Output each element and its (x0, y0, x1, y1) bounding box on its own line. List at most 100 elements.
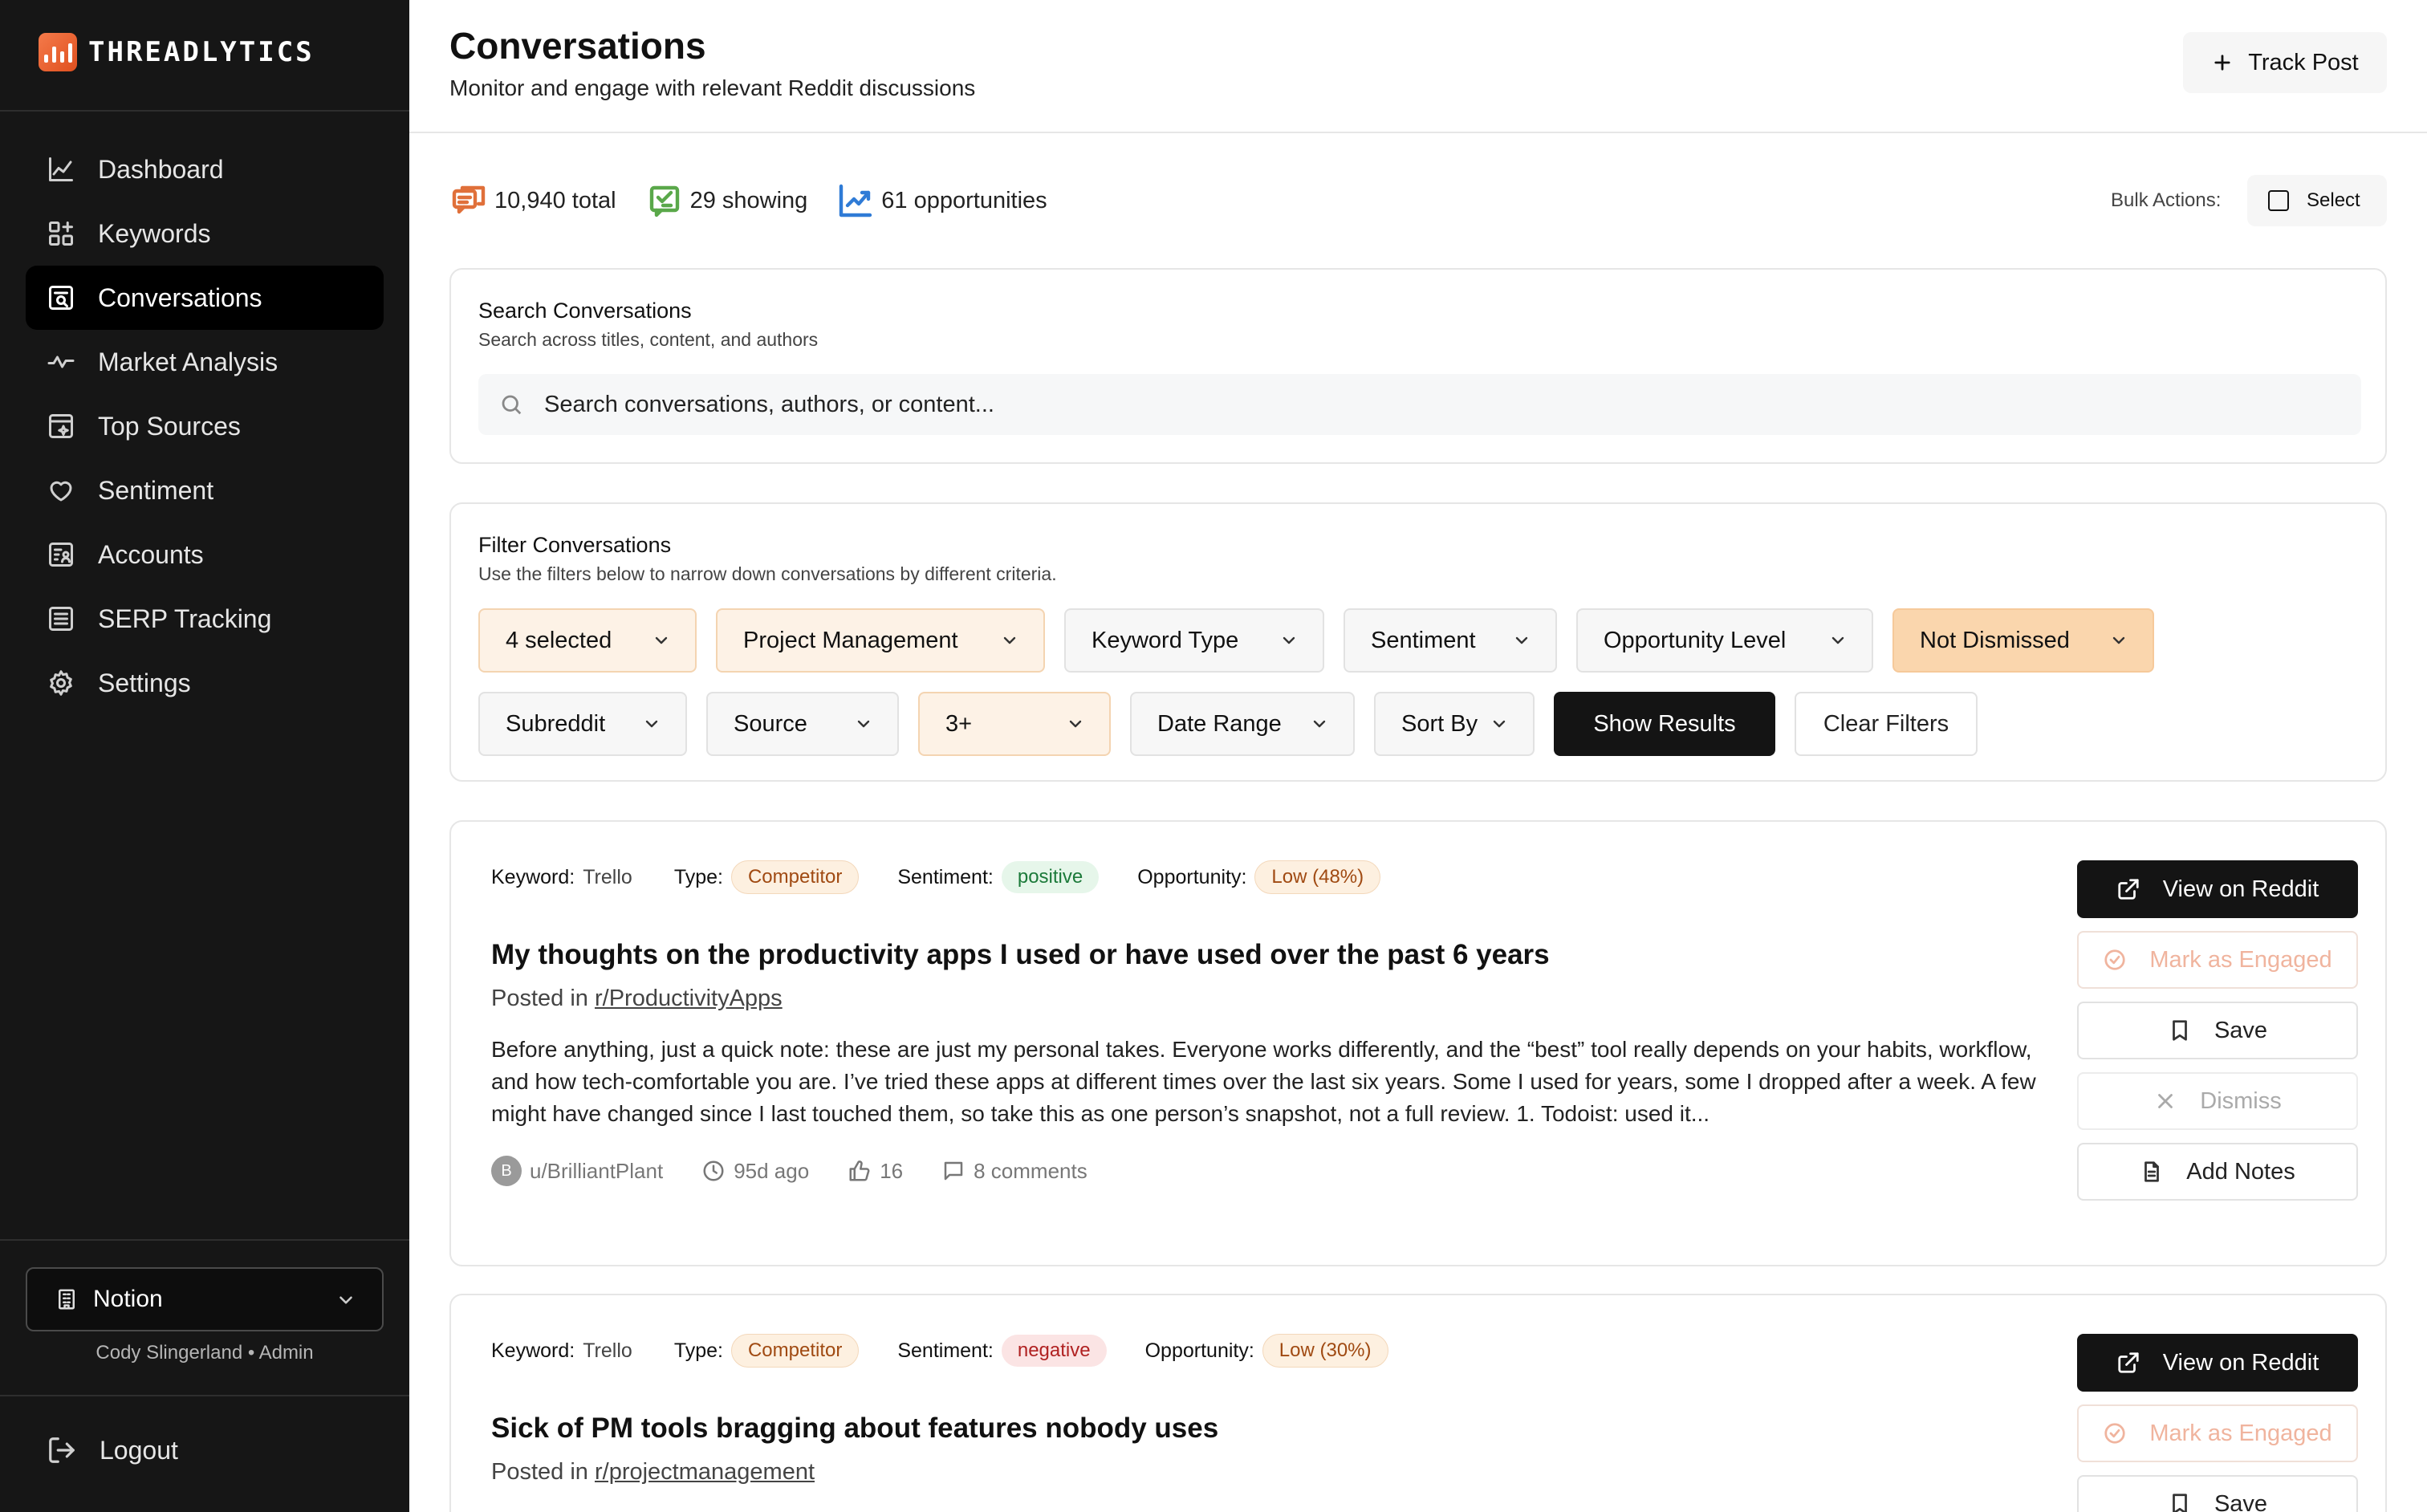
opportunity-label: Opportunity: (1144, 1339, 1254, 1362)
plus-icon (2214, 55, 2230, 71)
checkbox-icon (2268, 190, 2289, 211)
sidebar-item-dashboard[interactable]: Dashboard (26, 137, 384, 201)
sidebar-item-label: Market Analysis (98, 347, 278, 376)
post-comments[interactable]: 8 comments (941, 1159, 1087, 1184)
type-badge: Competitor (730, 1334, 860, 1368)
post-author[interactable]: B u/BrilliantPlant (491, 1156, 663, 1186)
accounts-icon (49, 543, 73, 567)
opportunity-level-dropdown[interactable]: Opportunity Level (1576, 608, 1873, 673)
building-icon (59, 1289, 75, 1310)
logout-button[interactable]: Logout (47, 1435, 178, 1465)
keyword-label: Keyword: (491, 865, 575, 888)
dropdown-value: 3+ (945, 710, 973, 737)
subreddit-link[interactable]: r/projectmanagement (595, 1459, 815, 1485)
sidebar-item-settings[interactable]: Settings (26, 651, 384, 715)
stat-opportunities-value: 61 opportunities (881, 187, 1047, 213)
sort-by-dropdown[interactable]: Sort By (1374, 692, 1535, 756)
search-card-title: Search Conversations (478, 299, 692, 323)
chevron-down-icon (1831, 636, 1844, 644)
close-icon (2158, 1094, 2173, 1108)
mark-as-engaged-button[interactable]: Mark as Engaged (2077, 931, 2358, 989)
view-on-reddit-label: View on Reddit (2162, 1349, 2319, 1376)
subreddit-dropdown[interactable]: Subreddit (478, 692, 687, 756)
sidebar-item-conversations[interactable]: Conversations (26, 266, 384, 330)
sidebar-item-accounts[interactable]: Accounts (26, 522, 384, 587)
dropdown-value: Source (734, 710, 807, 737)
sentiment-dropdown[interactable]: Sentiment (1344, 608, 1557, 673)
show-results-button[interactable]: Show Results (1554, 692, 1775, 756)
search-document-icon (49, 286, 73, 310)
keyword-filter-dropdown[interactable]: 4 selected (478, 608, 697, 673)
view-on-reddit-button[interactable]: View on Reddit (2077, 860, 2358, 918)
sentiment-badge: negative (1001, 1335, 1107, 1367)
filter-row-2: Subreddit Source 3+ Date Range Sort By S… (478, 692, 1978, 756)
keyword-type-dropdown[interactable]: Keyword Type (1064, 608, 1324, 673)
subreddit-link[interactable]: r/ProductivityApps (595, 986, 783, 1011)
page-title: Conversations (449, 25, 706, 67)
stat-opportunities: 61 opportunities (836, 181, 1047, 220)
comment-icon (944, 1161, 963, 1181)
add-notes-button[interactable]: Add Notes (2077, 1143, 2358, 1201)
bookmark-icon (2173, 1494, 2187, 1512)
trending-up-icon (839, 184, 872, 217)
brand[interactable]: THREADLYTICS (39, 32, 315, 72)
sidebar-item-serp-tracking[interactable]: SERP Tracking (26, 587, 384, 651)
sidebar-item-keywords[interactable]: Keywords (26, 201, 384, 266)
dropdown-value: Subreddit (506, 710, 606, 737)
sidebar-item-top-sources[interactable]: Top Sources (26, 394, 384, 458)
source-dropdown[interactable]: Source (706, 692, 899, 756)
dismiss-button[interactable]: Dismiss (2077, 1072, 2358, 1130)
search-field[interactable] (478, 374, 2361, 435)
workspace-select[interactable]: Notion (26, 1267, 384, 1331)
sparkle-window-icon (49, 414, 73, 438)
page-subtitle: Monitor and engage with relevant Reddit … (449, 75, 976, 100)
keyword-value: Trello (583, 1339, 632, 1362)
sidebar-divider (0, 1395, 409, 1396)
date-range-dropdown[interactable]: Date Range (1130, 692, 1355, 756)
mark-as-engaged-label: Mark as Engaged (2149, 1420, 2332, 1446)
category-filter-dropdown[interactable]: Project Management (716, 608, 1045, 673)
add-notes-label: Add Notes (2186, 1158, 2295, 1185)
keyword-value: Trello (583, 865, 632, 888)
sidebar: THREADLYTICS Dashboard Keywords Conversa… (0, 0, 409, 1512)
sidebar-item-market-analysis[interactable]: Market Analysis (26, 330, 384, 394)
main-content: Conversations Monitor and engage with re… (409, 0, 2427, 1512)
chevron-down-icon (1493, 720, 1506, 728)
mark-as-engaged-label: Mark as Engaged (2149, 946, 2332, 973)
opportunity-label: Opportunity: (1137, 865, 1247, 888)
track-post-button[interactable]: Track Post (2183, 32, 2387, 93)
dismissed-filter-dropdown[interactable]: Not Dismissed (1892, 608, 2154, 673)
opportunity-badge: Low (48%) (1254, 860, 1381, 894)
dropdown-value: Project Management (743, 627, 958, 653)
chevron-down-icon (1069, 720, 1082, 728)
post-meta: Keyword: Trello Type: Competitor Sentime… (491, 1334, 1427, 1368)
clear-filters-button[interactable]: Clear Filters (1795, 692, 1978, 756)
post-title[interactable]: My thoughts on the productivity apps I u… (491, 939, 1550, 971)
type-label: Type: (673, 1339, 723, 1362)
messages-icon (452, 185, 486, 214)
chart-line-icon (49, 157, 73, 181)
sidebar-item-sentiment[interactable]: Sentiment (26, 458, 384, 522)
bulk-select-button[interactable]: Select (2247, 175, 2387, 226)
search-card-description: Search across titles, content, and autho… (478, 329, 819, 350)
min-score-dropdown[interactable]: 3+ (918, 692, 1111, 756)
post-body: Before anything, just a quick note: thes… (491, 1037, 2036, 1126)
save-label: Save (2214, 1490, 2268, 1512)
chevron-down-icon (645, 720, 658, 728)
post-meta: Keyword: Trello Type: Competitor Sentime… (491, 860, 1419, 894)
save-button[interactable]: Save (2077, 1002, 2358, 1059)
search-input[interactable] (544, 391, 2149, 418)
sentiment-label: Sentiment: (897, 865, 994, 888)
gear-icon (50, 670, 72, 696)
posted-in: Posted in r/projectmanagement (491, 1459, 815, 1486)
sidebar-item-label: Sentiment (98, 475, 214, 505)
post-title[interactable]: Sick of PM tools bragging about features… (491, 1412, 1218, 1445)
chevron-down-icon (1515, 636, 1528, 644)
document-icon (2144, 1161, 2160, 1182)
mark-as-engaged-button[interactable]: Mark as Engaged (2077, 1404, 2358, 1462)
user-info: Cody Slingerland • Admin (96, 1342, 314, 1364)
activity-icon (47, 356, 75, 368)
sidebar-item-label: Settings (98, 668, 191, 697)
save-button[interactable]: Save (2077, 1475, 2358, 1512)
view-on-reddit-button[interactable]: View on Reddit (2077, 1334, 2358, 1392)
